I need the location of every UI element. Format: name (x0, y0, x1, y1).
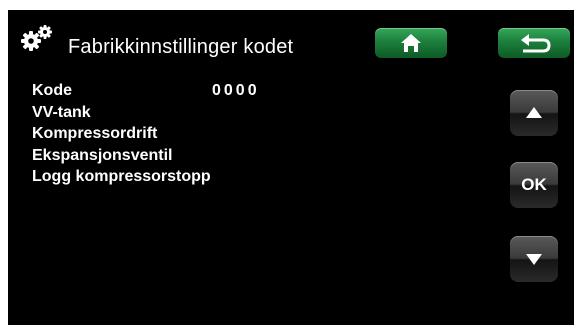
menu-item-label: Logg kompressorstopp (32, 168, 211, 185)
menu-item-label: Kode (32, 82, 72, 99)
menu-item-kode[interactable]: Kode 0000 (32, 80, 332, 102)
gears-icon (21, 25, 52, 51)
code-value[interactable]: 0000 (212, 80, 260, 102)
arrow-up-icon (526, 107, 542, 118)
menu-item-ekspansjonsventil[interactable]: Ekspansjonsventil (32, 145, 332, 167)
back-arrow-icon (521, 34, 551, 53)
home-icon (401, 34, 421, 52)
ok-label: OK (521, 175, 547, 194)
scroll-down-button[interactable] (510, 236, 558, 282)
menu-item-vv-tank[interactable]: VV-tank (32, 102, 332, 124)
back-button[interactable] (498, 28, 570, 58)
menu-item-kompressordrift[interactable]: Kompressordrift (32, 123, 332, 145)
menu-item-label: VV-tank (32, 103, 91, 121)
page-title: Fabrikkinnstillinger kodet (68, 36, 294, 58)
menu-item-label: Kompressordrift (32, 125, 158, 142)
settings-menu: Kode 0000 VV-tank Kompressordrift Ekspan… (32, 80, 332, 188)
menu-item-logg-kompressorstopp[interactable]: Logg kompressorstopp (32, 166, 332, 188)
home-button[interactable] (375, 28, 447, 58)
scroll-up-button[interactable] (510, 90, 558, 136)
display-screen: Fabrikkinnstillinger kodet Kode 0000 VV-… (8, 10, 574, 325)
menu-item-label: Ekspansjonsventil (32, 146, 173, 164)
arrow-down-icon (526, 254, 542, 265)
ok-button[interactable]: OK (510, 162, 558, 208)
